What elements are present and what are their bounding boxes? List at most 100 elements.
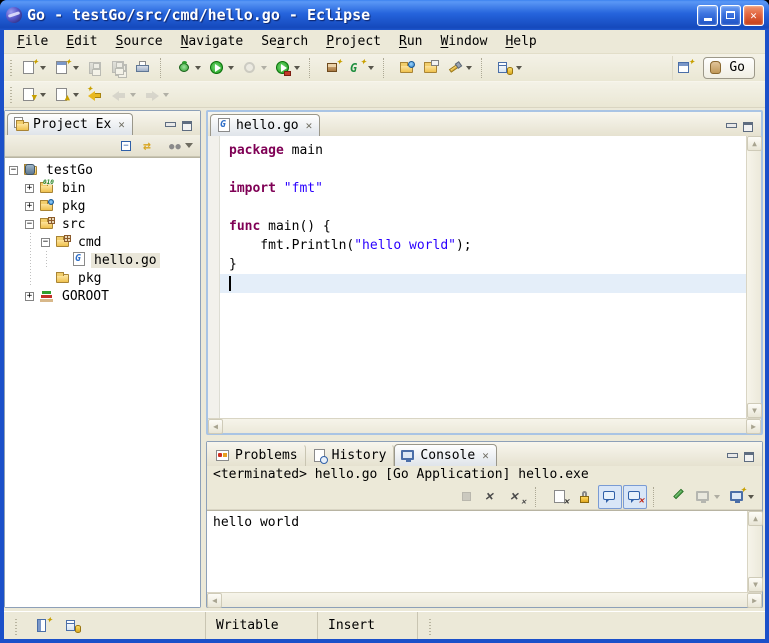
code-line[interactable] [220, 160, 746, 179]
tree-item-label[interactable]: pkg [75, 271, 104, 286]
close-view-icon[interactable]: ✕ [118, 118, 125, 131]
menu-navigate[interactable]: Navigate [172, 32, 253, 51]
scroll-right-icon[interactable]: ▶ [746, 419, 761, 434]
tab-history[interactable]: History [306, 444, 395, 466]
forward-button[interactable] [140, 83, 173, 107]
minimize-view-icon[interactable] [165, 122, 175, 130]
remove-launch-button[interactable]: ✕ [480, 485, 504, 509]
show-stdout-button[interactable] [598, 485, 622, 509]
dropdown-arrow-icon[interactable] [466, 66, 472, 70]
editor-vertical-scrollbar[interactable]: ▲ ▼ [746, 136, 761, 418]
tree-item-cmd[interactable]: − cmd [7, 233, 200, 251]
dropdown-arrow-icon[interactable] [73, 66, 79, 70]
run-button[interactable] [205, 56, 238, 80]
import-button[interactable] [395, 56, 419, 80]
tree-item-label[interactable]: testGo [43, 163, 96, 178]
menu-edit[interactable]: Edit [57, 32, 106, 51]
console-horizontal-scrollbar[interactable]: ◀ ▶ [207, 592, 762, 607]
external-tools-button[interactable] [271, 56, 304, 80]
code-line[interactable]: } [220, 255, 746, 274]
menu-search[interactable]: Search [252, 32, 317, 51]
minimize-button[interactable] [697, 5, 718, 26]
dropdown-arrow-icon[interactable] [40, 93, 46, 97]
collapse-icon[interactable]: − [41, 238, 50, 247]
tab-project-explorer[interactable]: Project Ex ✕ [7, 113, 133, 135]
profile-button[interactable] [238, 56, 271, 80]
tree-item-pkg[interactable]: pkg [7, 269, 200, 287]
titlebar[interactable]: Go - testGo/src/cmd/hello.go - Eclipse ✕ [0, 0, 769, 30]
debug-button[interactable] [172, 56, 205, 80]
scroll-down-icon[interactable]: ▼ [748, 577, 763, 592]
editor-horizontal-scrollbar[interactable]: ◀ ▶ [208, 418, 761, 433]
expand-icon[interactable]: + [25, 184, 34, 193]
dropdown-arrow-icon[interactable] [40, 66, 46, 70]
dropdown-arrow-icon[interactable] [516, 66, 522, 70]
code-line[interactable]: import "fmt" [220, 179, 746, 198]
dropdown-arrow-icon[interactable] [163, 93, 169, 97]
view-menu-button[interactable]: ●● [164, 136, 196, 156]
code-line[interactable] [220, 274, 746, 293]
code-line[interactable]: fmt.Println("hello world"); [220, 236, 746, 255]
tree-item-hello-go[interactable]: Ghello.go [7, 251, 200, 269]
toolbar-grip[interactable] [8, 58, 15, 78]
tree-item-src[interactable]: −src [7, 215, 200, 233]
menu-window[interactable]: Window [431, 32, 496, 51]
print-button[interactable] [131, 56, 155, 80]
minimize-editor-icon[interactable] [726, 123, 736, 131]
dropdown-arrow-icon[interactable] [228, 66, 234, 70]
code-line[interactable]: package main [220, 141, 746, 160]
scroll-left-icon[interactable]: ◀ [208, 419, 223, 434]
dropdown-arrow-icon[interactable] [748, 495, 754, 499]
expand-icon[interactable]: + [25, 292, 34, 301]
maximize-view-icon[interactable] [744, 452, 754, 462]
tree-item-label[interactable]: bin [59, 181, 88, 196]
code-line[interactable]: func main() { [220, 217, 746, 236]
perspective-go-button[interactable]: Go [703, 57, 755, 79]
collapse-icon[interactable]: − [25, 220, 34, 229]
export-button[interactable] [419, 56, 443, 80]
tab-console[interactable]: Console✕ [394, 444, 496, 466]
table-db-button[interactable] [493, 56, 526, 80]
scroll-up-icon[interactable]: ▲ [747, 136, 762, 151]
remove-all-launches-button[interactable]: ✕✕ [505, 485, 529, 509]
tree-item-testgo[interactable]: −testGo [7, 161, 200, 179]
code-area[interactable]: package main import "fmt" func main() { fm… [220, 136, 746, 418]
dropdown-arrow-icon[interactable] [714, 495, 720, 499]
save-button[interactable] [83, 56, 107, 80]
clear-console-button[interactable]: ✕ [548, 485, 572, 509]
dropdown-arrow-icon[interactable] [368, 66, 374, 70]
menu-project[interactable]: Project [317, 32, 390, 51]
dropdown-arrow-icon[interactable] [195, 66, 201, 70]
show-stderr-button[interactable]: ✕ [623, 485, 647, 509]
view-menu-arrow-icon[interactable] [185, 143, 193, 148]
scroll-right-icon[interactable]: ▶ [747, 593, 762, 608]
tree-item-label[interactable]: cmd [75, 235, 104, 250]
open-perspective-button[interactable]: ✦ [673, 56, 697, 80]
scroll-lock-button[interactable] [573, 485, 597, 509]
tree-item-bin[interactable]: +010bin [7, 179, 200, 197]
collapse-all-button[interactable]: − [116, 136, 138, 156]
new-go-element-button[interactable]: G✦ [345, 56, 378, 80]
fast-view-button[interactable]: ✦ [32, 616, 54, 636]
code-line[interactable] [220, 198, 746, 217]
scroll-up-icon[interactable]: ▲ [748, 511, 763, 526]
toolbar-grip[interactable] [8, 85, 15, 105]
tree-item-label[interactable]: GOROOT [59, 289, 112, 304]
back-button[interactable] [107, 83, 140, 107]
menu-run[interactable]: Run [390, 32, 431, 51]
maximize-button[interactable] [720, 5, 741, 26]
new-button[interactable]: ✦ [17, 56, 50, 80]
close-button[interactable]: ✕ [743, 5, 764, 26]
tree-item-label[interactable]: hello.go [91, 253, 160, 268]
table-db-status-button[interactable] [62, 616, 84, 636]
tree-item-goroot[interactable]: + GOROOT [7, 287, 200, 305]
maximize-editor-icon[interactable] [743, 122, 753, 132]
open-console-button[interactable]: ✦ [725, 485, 758, 509]
save-all-button[interactable] [107, 56, 131, 80]
scroll-down-icon[interactable]: ▼ [747, 403, 762, 418]
search-button[interactable] [443, 56, 476, 80]
menu-file[interactable]: File [8, 32, 57, 51]
annotation-ruler[interactable] [208, 136, 220, 418]
console-output[interactable]: hello world [207, 511, 747, 592]
dropdown-arrow-icon[interactable] [73, 93, 79, 97]
